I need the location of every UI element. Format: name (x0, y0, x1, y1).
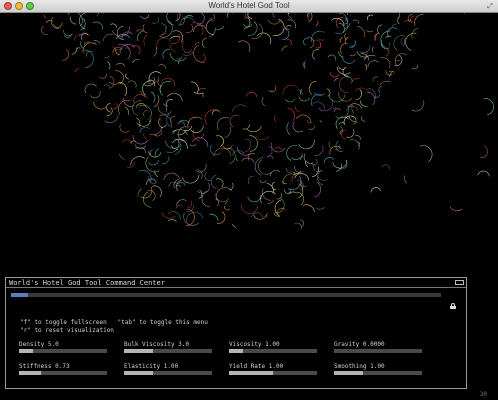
slider-fill (229, 371, 273, 375)
particle-mesh (41, 13, 494, 230)
window-title: World's Hotel God Tool (208, 1, 290, 10)
slider-fill (124, 371, 154, 375)
gravity-slider[interactable] (334, 349, 422, 353)
param-elasticity: Elasticity 1.00 (124, 363, 214, 375)
elasticity-slider[interactable] (124, 371, 212, 375)
param-density: Density 5.0 (19, 341, 109, 353)
param-label: Viscosity 1.00 (229, 341, 280, 348)
param-viscosity: Viscosity 1.00 (229, 341, 319, 353)
yield-rate-slider[interactable] (229, 371, 317, 375)
top-slider[interactable] (11, 293, 441, 297)
slider-fill (124, 349, 154, 353)
panel-divider (6, 287, 466, 288)
param-label: Gravity 0.0000 (334, 341, 385, 348)
param-bulk-viscosity: Bulk Viscosity 3.0 (124, 341, 214, 353)
smoothing-slider[interactable] (334, 371, 422, 375)
fullscreen-icon[interactable]: ⤢ (486, 2, 494, 10)
param-label: Smoothing 1.00 (334, 363, 385, 370)
param-label: Yield Rate 1.00 (229, 363, 284, 370)
help-line-1: "f" to toggle fullscreen "tab" to toggle… (20, 319, 208, 326)
top-slider-fill (11, 293, 29, 297)
panel-title: World's Hotel God Tool Command Center (9, 279, 165, 287)
viscosity-slider[interactable] (229, 349, 317, 353)
density-slider[interactable] (19, 349, 107, 353)
slider-fill (19, 349, 34, 353)
help-text: "f" to toggle fullscreen "tab" to toggle… (20, 319, 208, 335)
fps-counter: 30 (479, 391, 487, 398)
help-line-2: "r" to reset visualization (20, 327, 114, 334)
particle-visualization[interactable] (0, 13, 498, 275)
param-gravity: Gravity 0.0000 (334, 341, 424, 353)
stiffness-slider[interactable] (19, 371, 107, 375)
slider-fill (229, 349, 244, 353)
slider-fill (19, 371, 41, 375)
window-titlebar: World's Hotel God Tool ⤢ (0, 0, 498, 13)
bulk-viscosity-slider[interactable] (124, 349, 212, 353)
param-label: Elasticity 1.00 (124, 363, 179, 370)
lock-icon[interactable] (450, 303, 456, 309)
command-center-panel: World's Hotel God Tool Command Center "f… (5, 277, 467, 389)
slider-fill (334, 371, 364, 375)
param-label: Density 5.0 (19, 341, 59, 348)
collapse-panel-button[interactable] (455, 280, 464, 285)
param-smoothing: Smoothing 1.00 (334, 363, 424, 375)
param-yield-rate: Yield Rate 1.00 (229, 363, 319, 375)
param-label: Bulk Viscosity 3.0 (124, 341, 190, 348)
param-label: Stiffness 0.73 (19, 363, 70, 370)
param-stiffness: Stiffness 0.73 (19, 363, 109, 375)
